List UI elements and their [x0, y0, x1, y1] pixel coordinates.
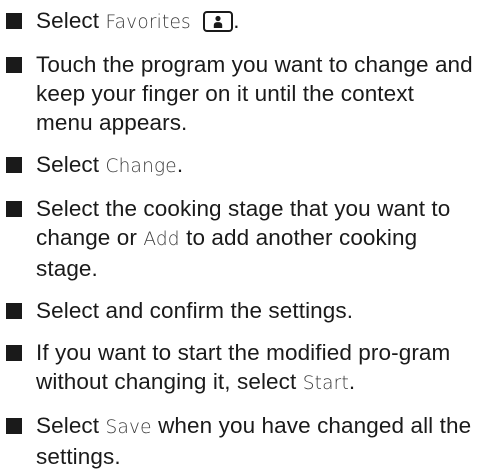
ui-term-start: Start: [302, 373, 349, 394]
step-text: Select: [36, 8, 106, 33]
step-select-change: Select Change.: [6, 150, 476, 181]
ui-term-change: Change: [105, 156, 177, 177]
bullet-square-icon: [6, 418, 22, 434]
ui-term-save: Save: [105, 417, 152, 438]
step-start-modified: If you want to start the modified pro-gr…: [6, 338, 476, 398]
step-touch-program: Touch the program you want to change and…: [6, 50, 476, 137]
step-text-suffix: .: [176, 152, 184, 177]
ui-term-favorites: Favorites: [105, 12, 191, 33]
step-text: Select: [36, 413, 106, 438]
bullet-square-icon: [6, 57, 22, 73]
step-text: Select: [36, 152, 106, 177]
step-text: If you want to start the modified pro-gr…: [36, 340, 451, 394]
step-select-favorites: Select Favorites .: [6, 6, 476, 37]
step-confirm-settings: Select and confirm the settings.: [6, 296, 476, 325]
bullet-square-icon: [6, 157, 22, 173]
bullet-square-icon: [6, 345, 22, 361]
step-text: Touch the program you want to change and…: [36, 52, 473, 135]
bullet-square-icon: [6, 303, 22, 319]
step-text-suffix: .: [233, 8, 240, 33]
favorites-icon: [203, 11, 234, 32]
bullet-square-icon: [6, 13, 22, 29]
bullet-square-icon: [6, 201, 22, 217]
step-save: Select Save when you have changed all th…: [6, 411, 476, 471]
ui-term-add: Add: [143, 229, 180, 250]
step-text: Select and confirm the settings.: [36, 298, 354, 323]
step-select-cooking-stage: Select the cooking stage that you want t…: [6, 194, 476, 283]
step-text-suffix: .: [348, 369, 356, 394]
instruction-list: Select Favorites . Touch the program you…: [6, 6, 476, 471]
